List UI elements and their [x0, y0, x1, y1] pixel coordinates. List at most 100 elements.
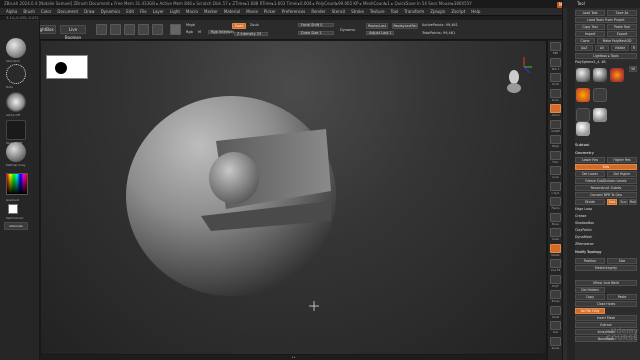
lightbox-tools-button[interactable]: Lightbox ▸ Tools [575, 53, 637, 59]
reconstruct-subdiv-button[interactable]: Reconstruct Subdiv [575, 185, 637, 191]
menu-item[interactable]: Movie [246, 8, 258, 15]
suv-toggle[interactable]: Suv [619, 199, 628, 205]
right-shelf-button[interactable] [550, 73, 561, 82]
menu-item[interactable]: Preferences [282, 8, 306, 15]
clone-button[interactable]: Clone [575, 38, 595, 44]
menu-item[interactable]: Layer [153, 8, 164, 15]
tray-scrollbar[interactable] [567, 0, 575, 360]
menu-item[interactable]: Help [471, 8, 480, 15]
dynamesh-section[interactable]: DynaMesh [575, 235, 592, 240]
alternate-button[interactable]: Alternate [4, 222, 28, 230]
convert-bpr-button[interactable]: Convert BPR To Geo [575, 192, 637, 198]
menu-item[interactable]: Marker [204, 8, 218, 15]
sphere-brush-icon[interactable] [593, 68, 607, 82]
replay-last-button[interactable]: ReplayLast [366, 23, 388, 29]
focal-shift-slider[interactable]: Focal Shift 0 [298, 23, 334, 27]
paste-button[interactable]: Paste [607, 294, 637, 300]
right-shelf-button[interactable] [550, 119, 561, 129]
dynamic-toggle[interactable]: Dynamic [340, 28, 355, 32]
standard-brush-icon[interactable] [6, 38, 26, 58]
tool-palette-header[interactable]: Tool [563, 0, 640, 8]
zsub-button[interactable]: Zsub [250, 23, 259, 27]
geometry-section[interactable]: Geometry [575, 150, 594, 155]
freeze-subdivision-button[interactable]: Freeze SubDivision Levels [575, 178, 637, 184]
right-shelf-button[interactable] [550, 259, 561, 268]
eraser-brush-icon[interactable] [593, 88, 607, 102]
copy-tool-button[interactable]: Copy Tool [575, 24, 605, 30]
right-shelf-button[interactable] [550, 212, 561, 222]
menu-item[interactable]: File [140, 8, 147, 15]
matcap-gray-icon[interactable] [6, 142, 26, 162]
import-button[interactable]: Import [575, 31, 605, 37]
right-shelf-button[interactable] [550, 181, 561, 191]
m-toggle[interactable]: M [198, 30, 201, 34]
menu-item[interactable]: Brush [23, 8, 35, 15]
right-shelf-button[interactable] [550, 274, 561, 284]
size-button[interactable]: Size [607, 258, 637, 264]
make-polymesh3d-button[interactable]: Make PolyMesh3D [597, 38, 637, 44]
edge-loop-section[interactable]: Edge Loop [575, 207, 592, 212]
alpha-brush-icon[interactable] [610, 68, 624, 82]
lower-res-button[interactable]: Lower Res [575, 157, 605, 163]
paste-tool-button[interactable]: Paste Tool [607, 24, 637, 30]
close-holes-button[interactable]: Close Holes [575, 301, 637, 307]
menu-item[interactable]: Document [57, 8, 78, 15]
menu-item[interactable]: Dynamics [101, 8, 121, 15]
right-shelf-button[interactable] [550, 197, 561, 206]
bottom-tray-handle[interactable]: ◂ ▸ [40, 355, 547, 360]
scale-mode-icon[interactable] [138, 24, 149, 35]
menu-item[interactable]: Material [224, 8, 240, 15]
head-gizmo[interactable] [507, 57, 532, 93]
right-shelf-button[interactable] [550, 228, 561, 237]
right-shelf-button[interactable] [550, 88, 561, 98]
sdiv-slider[interactable]: Sdiv [575, 164, 637, 170]
adjust-last-slider[interactable]: Adjust Last 1 [366, 31, 394, 35]
menu-item[interactable]: Zscript [451, 8, 465, 15]
canvas-viewport[interactable] [40, 40, 547, 355]
mesh-integrity-button[interactable]: MeshIntegrity [575, 265, 637, 271]
menu-item[interactable]: Transform [404, 8, 424, 15]
menu-item[interactable]: Render [311, 8, 325, 15]
crease-section[interactable]: Crease [575, 214, 586, 219]
right-shelf-button[interactable] [550, 336, 561, 346]
copy-button[interactable]: Copy [575, 294, 605, 300]
right-shelf-button[interactable] [550, 321, 561, 330]
live-boolean-button[interactable]: Live Boolean [60, 25, 86, 40]
higher-res-button[interactable]: Higher Res [607, 157, 637, 163]
right-shelf-button[interactable] [550, 42, 561, 51]
cube3d-tool-icon[interactable] [576, 108, 590, 122]
menu-item[interactable]: Alpha [6, 8, 17, 15]
draw-size-slider[interactable]: Draw Size 1 [298, 31, 334, 35]
main-color-swatch[interactable] [8, 204, 18, 214]
sel-pol-only-button[interactable]: Sel Pol Only [575, 308, 605, 314]
save-as-button[interactable]: Save As [607, 10, 637, 16]
menu-item[interactable]: Tool [391, 8, 399, 15]
reuv-toggle[interactable]: ReUV [629, 199, 637, 205]
material-swatch-icon[interactable] [170, 24, 181, 35]
del-hidden-button[interactable]: Del Hidden [575, 287, 605, 293]
right-shelf-button[interactable] [550, 57, 561, 67]
rotate-mode-icon[interactable] [152, 24, 163, 35]
tool-counter[interactable]: 98 [629, 66, 637, 72]
right-shelf-button[interactable] [550, 150, 561, 160]
polysphere1-tool-icon[interactable] [576, 122, 590, 136]
divide-button[interactable]: Divide [575, 199, 605, 205]
menu-item[interactable]: Zplugin [430, 8, 445, 15]
menu-item[interactable]: Picker [264, 8, 276, 15]
gradient-label[interactable]: Gradient [6, 198, 19, 202]
right-shelf-button[interactable] [550, 305, 561, 315]
right-shelf-button[interactable] [550, 290, 561, 299]
shadowbox-section[interactable]: ShadowBox [575, 221, 594, 226]
load-tool-button[interactable]: Load Tool [575, 10, 605, 16]
rgb-intensity-slider[interactable]: Rgb Intensity [208, 30, 234, 34]
star-tool-icon[interactable] [593, 108, 607, 122]
modify-topology-section[interactable]: Modify Topology [575, 250, 602, 255]
texture-icon[interactable] [6, 120, 26, 140]
move-mode-icon[interactable] [124, 24, 135, 35]
menu-item[interactable]: Color [41, 8, 51, 15]
mrgb-toggle[interactable]: Mrgb [186, 23, 195, 27]
del-lower-button[interactable]: Del Lower [575, 171, 605, 177]
zadd-button[interactable]: Zadd [232, 23, 246, 29]
edit-mode-icon[interactable] [96, 24, 107, 35]
claypolish-section[interactable]: ClayPolish [575, 228, 592, 233]
